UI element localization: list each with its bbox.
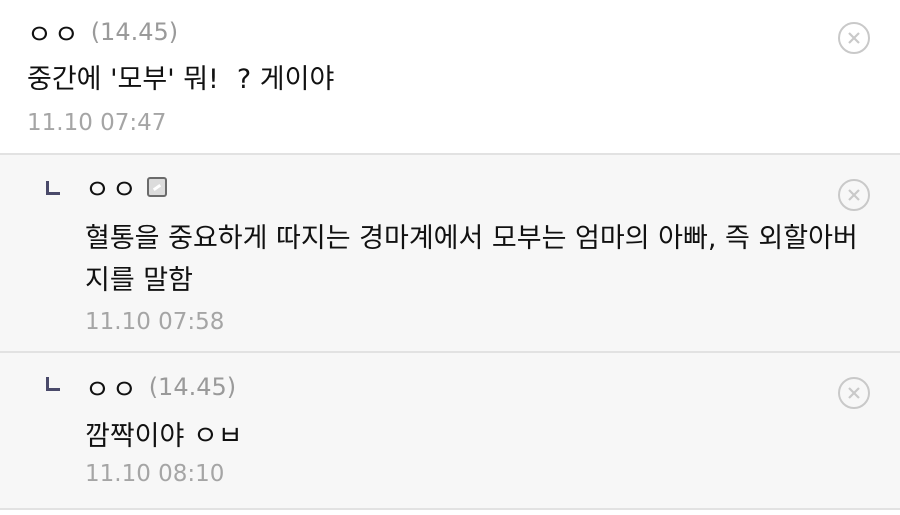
censored-region [218,65,237,96]
comment-thread: ㅇㅇ (14.45) 중간에 '모부' 뭐!? 게이야 11.10 07:47 … [0,0,900,515]
reply-text-line-1: 혈통을 중요하게 따지는 경마계에서 모부는 엄마의 아빠, 즉 외할아버 [85,223,858,254]
close-icon [848,387,860,399]
reply-header: ㅇㅇ [85,167,167,207]
comment-text: 중간에 '모부' 뭐! ? 게이야 [27,58,334,102]
comment-text-end: ? 게이야 [236,64,335,95]
close-icon [848,189,860,201]
delete-comment-button[interactable] [838,22,870,54]
comment-timestamp: 11.10 07:47 [27,110,167,136]
reply-timestamp: 11.10 07:58 [85,309,225,335]
comment-item: ㅇㅇ (14.45) 중간에 '모부' 뭐! ? 게이야 11.10 07:47 [0,0,900,155]
reply-ip: (14.45) [148,373,237,401]
reply-timestamp: 11.10 08:10 [85,461,225,487]
comment-text-start: 중간에 '모부' 뭐! [27,64,219,95]
reply-item: ㅇㅇ (14.45) 깜짝이야 ㅇㅂ 11.10 08:10 [0,353,900,510]
reply-arrow-icon [46,377,60,391]
reply-item: ㅇㅇ 혈통을 중요하게 따지는 경마계에서 모부는 엄마의 아빠, 즉 외할아버… [0,155,900,353]
delete-reply-button[interactable] [838,179,870,211]
close-icon [848,32,860,44]
writer-badge-icon [146,177,167,197]
delete-reply-button[interactable] [838,377,870,409]
reply-header: ㅇㅇ (14.45) [85,367,236,407]
reply-nickname[interactable]: ㅇㅇ [85,168,139,207]
reply-nickname[interactable]: ㅇㅇ [85,368,139,407]
reply-text-line-2: 지를 말함 [85,265,193,296]
comment-ip: (14.45) [90,18,179,46]
reply-text: 깜짝이야 ㅇㅂ [85,421,243,452]
comment-header: ㅇㅇ (14.45) [27,12,178,52]
reply-arrow-icon [46,181,60,195]
comment-nickname[interactable]: ㅇㅇ [27,13,81,52]
